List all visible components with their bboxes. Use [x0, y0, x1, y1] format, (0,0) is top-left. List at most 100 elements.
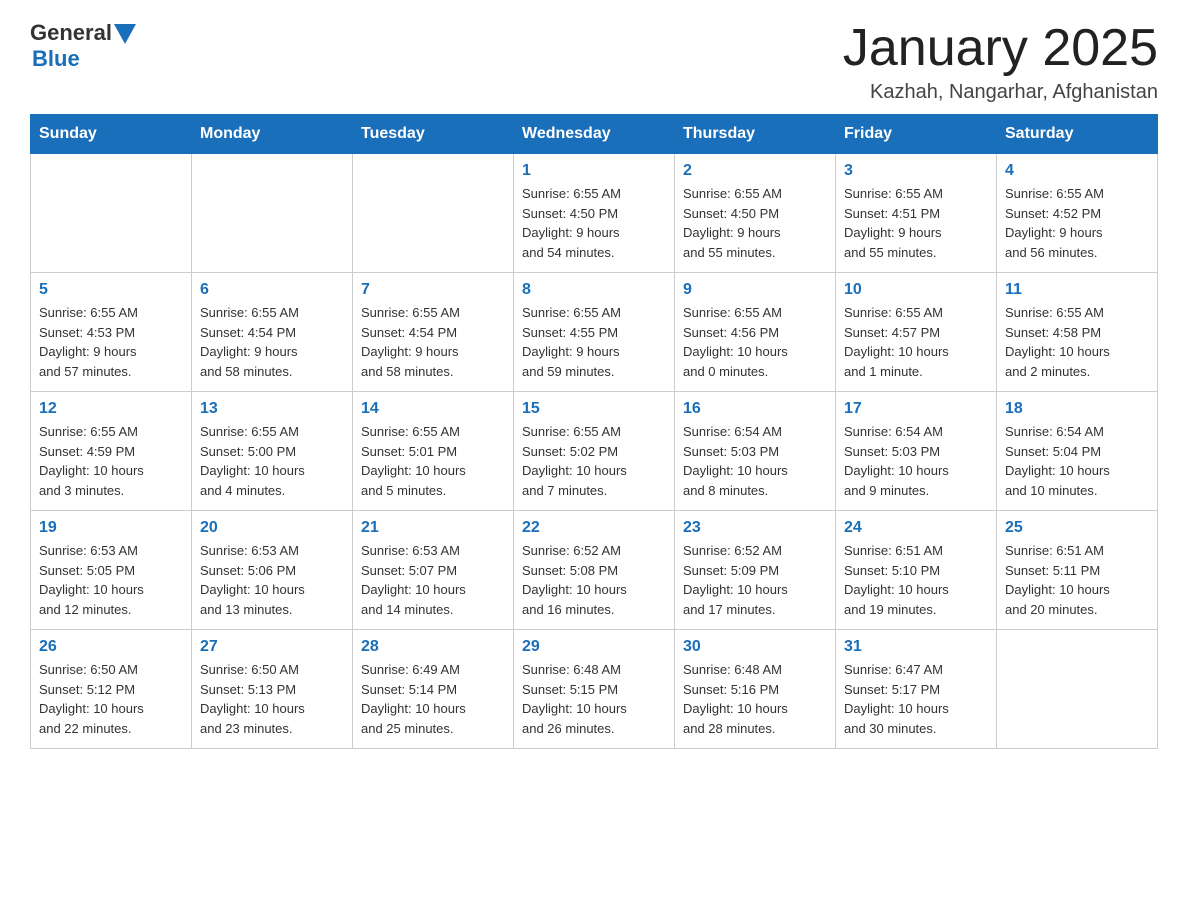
day-number: 10: [844, 281, 988, 299]
day-number: 9: [683, 281, 827, 299]
calendar-cell: 9Sunrise: 6:55 AM Sunset: 4:56 PM Daylig…: [675, 273, 836, 392]
page-title: January 2025: [843, 20, 1158, 77]
calendar-week-row: 26 Sunrise: 6:50 AM Sunset: 5:12 PM Dayli…: [31, 630, 1158, 749]
calendar-cell: 11 Sunrise: 6:55 AM Sunset: 4:58 PM Dayli…: [997, 273, 1158, 392]
logo-blue-text: Blue: [32, 46, 80, 72]
day-number: 6: [200, 281, 344, 299]
day-info: Sunrise: 6:48 AM Sunset: 5:16 PM Dayligh…: [683, 660, 827, 738]
day-info: Sunrise: 6:50 AM Sunset: 5:13 PM Dayligh…: [200, 660, 344, 738]
day-info: Sunrise: 6:52 AM Sunset: 5:09 PM Dayligh…: [683, 541, 827, 619]
calendar-cell: 5 Sunrise: 6:55 AM Sunset: 4:53 PM Daylig…: [31, 273, 192, 392]
day-info: Sunrise: 6:55 AM Sunset: 4:59 PM Dayligh…: [39, 422, 183, 500]
day-number: 8: [522, 281, 666, 299]
calendar-cell: 8 Sunrise: 6:55 AM Sunset: 4:55 PM Daylig…: [514, 273, 675, 392]
calendar-cell: [997, 630, 1158, 749]
day-info: Sunrise: 6:54 AM Sunset: 5:03 PM Dayligh…: [683, 422, 827, 500]
title-block: January 2025 Kazhah, Nangarhar, Afghanis…: [843, 20, 1158, 104]
day-info: Sunrise: 6:55 AM Sunset: 5:02 PM Dayligh…: [522, 422, 666, 500]
calendar-header-row: SundayMondayTuesdayWednesdayThursdayFrid…: [31, 115, 1158, 154]
day-info: Sunrise: 6:48 AM Sunset: 5:15 PM Dayligh…: [522, 660, 666, 738]
calendar-cell: 1 Sunrise: 6:55 AM Sunset: 4:50 PM Daylig…: [514, 154, 675, 273]
calendar-cell: 17 Sunrise: 6:54 AM Sunset: 5:03 PM Dayli…: [836, 392, 997, 511]
calendar-cell: 12 Sunrise: 6:55 AM Sunset: 4:59 PM Dayli…: [31, 392, 192, 511]
day-info: Sunrise: 6:47 AM Sunset: 5:17 PM Dayligh…: [844, 660, 988, 738]
day-info: Sunrise: 6:55 AM Sunset: 4:53 PM Dayligh…: [39, 303, 183, 381]
day-number: 2: [683, 162, 827, 180]
logo: General Blue: [30, 20, 136, 72]
calendar-week-row: 5 Sunrise: 6:55 AM Sunset: 4:53 PM Daylig…: [31, 273, 1158, 392]
calendar-cell: 16 Sunrise: 6:54 AM Sunset: 5:03 PM Dayli…: [675, 392, 836, 511]
calendar-day-header: Tuesday: [353, 115, 514, 154]
calendar-week-row: 1 Sunrise: 6:55 AM Sunset: 4:50 PM Daylig…: [31, 154, 1158, 273]
calendar-day-header: Saturday: [997, 115, 1158, 154]
day-info: Sunrise: 6:55 AM Sunset: 4:52 PM Dayligh…: [1005, 184, 1149, 262]
calendar-cell: 4Sunrise: 6:55 AM Sunset: 4:52 PM Daylig…: [997, 154, 1158, 273]
day-number: 3: [844, 162, 988, 180]
day-number: 30: [683, 638, 827, 656]
calendar-cell: 6 Sunrise: 6:55 AM Sunset: 4:54 PM Daylig…: [192, 273, 353, 392]
calendar-cell: 31Sunrise: 6:47 AM Sunset: 5:17 PM Dayli…: [836, 630, 997, 749]
calendar-cell: 18 Sunrise: 6:54 AM Sunset: 5:04 PM Dayli…: [997, 392, 1158, 511]
day-info: Sunrise: 6:49 AM Sunset: 5:14 PM Dayligh…: [361, 660, 505, 738]
calendar-cell: 13 Sunrise: 6:55 AM Sunset: 5:00 PM Dayli…: [192, 392, 353, 511]
page-subtitle: Kazhah, Nangarhar, Afghanistan: [843, 81, 1158, 104]
day-info: Sunrise: 6:55 AM Sunset: 4:54 PM Dayligh…: [361, 303, 505, 381]
calendar-cell: 23 Sunrise: 6:52 AM Sunset: 5:09 PM Dayli…: [675, 511, 836, 630]
day-info: Sunrise: 6:55 AM Sunset: 4:58 PM Dayligh…: [1005, 303, 1149, 381]
day-number: 20: [200, 519, 344, 537]
day-number: 21: [361, 519, 505, 537]
calendar-cell: 19Sunrise: 6:53 AM Sunset: 5:05 PM Dayli…: [31, 511, 192, 630]
calendar-day-header: Friday: [836, 115, 997, 154]
calendar-cell: [31, 154, 192, 273]
day-info: Sunrise: 6:55 AM Sunset: 4:50 PM Dayligh…: [683, 184, 827, 262]
calendar-cell: 2 Sunrise: 6:55 AM Sunset: 4:50 PM Daylig…: [675, 154, 836, 273]
day-info: Sunrise: 6:55 AM Sunset: 5:00 PM Dayligh…: [200, 422, 344, 500]
day-number: 22: [522, 519, 666, 537]
calendar-cell: 7Sunrise: 6:55 AM Sunset: 4:54 PM Daylig…: [353, 273, 514, 392]
calendar-day-header: Sunday: [31, 115, 192, 154]
logo-general-text: General: [30, 20, 112, 46]
page-header: General Blue January 2025 Kazhah, Nangar…: [30, 20, 1158, 104]
calendar-cell: 27 Sunrise: 6:50 AM Sunset: 5:13 PM Dayli…: [192, 630, 353, 749]
day-number: 23: [683, 519, 827, 537]
day-number: 5: [39, 281, 183, 299]
calendar-cell: 28 Sunrise: 6:49 AM Sunset: 5:14 PM Dayli…: [353, 630, 514, 749]
calendar-cell: 29Sunrise: 6:48 AM Sunset: 5:15 PM Dayli…: [514, 630, 675, 749]
day-number: 16: [683, 400, 827, 418]
day-number: 1: [522, 162, 666, 180]
day-info: Sunrise: 6:55 AM Sunset: 4:55 PM Dayligh…: [522, 303, 666, 381]
day-number: 19: [39, 519, 183, 537]
calendar-cell: 26 Sunrise: 6:50 AM Sunset: 5:12 PM Dayli…: [31, 630, 192, 749]
day-info: Sunrise: 6:52 AM Sunset: 5:08 PM Dayligh…: [522, 541, 666, 619]
day-info: Sunrise: 6:54 AM Sunset: 5:03 PM Dayligh…: [844, 422, 988, 500]
calendar-cell: 20Sunrise: 6:53 AM Sunset: 5:06 PM Dayli…: [192, 511, 353, 630]
logo-triangle-icon: [114, 24, 136, 44]
calendar-cell: 21Sunrise: 6:53 AM Sunset: 5:07 PM Dayli…: [353, 511, 514, 630]
day-info: Sunrise: 6:50 AM Sunset: 5:12 PM Dayligh…: [39, 660, 183, 738]
calendar-cell: 14Sunrise: 6:55 AM Sunset: 5:01 PM Dayli…: [353, 392, 514, 511]
day-number: 13: [200, 400, 344, 418]
day-info: Sunrise: 6:51 AM Sunset: 5:11 PM Dayligh…: [1005, 541, 1149, 619]
calendar-cell: [192, 154, 353, 273]
day-info: Sunrise: 6:51 AM Sunset: 5:10 PM Dayligh…: [844, 541, 988, 619]
day-number: 24: [844, 519, 988, 537]
day-number: 11: [1005, 281, 1149, 299]
day-number: 17: [844, 400, 988, 418]
day-number: 27: [200, 638, 344, 656]
day-info: Sunrise: 6:54 AM Sunset: 5:04 PM Dayligh…: [1005, 422, 1149, 500]
day-number: 28: [361, 638, 505, 656]
day-info: Sunrise: 6:55 AM Sunset: 4:50 PM Dayligh…: [522, 184, 666, 262]
day-number: 26: [39, 638, 183, 656]
calendar-cell: [353, 154, 514, 273]
day-number: 15: [522, 400, 666, 418]
day-info: Sunrise: 6:55 AM Sunset: 4:54 PM Dayligh…: [200, 303, 344, 381]
calendar-week-row: 19Sunrise: 6:53 AM Sunset: 5:05 PM Dayli…: [31, 511, 1158, 630]
day-number: 18: [1005, 400, 1149, 418]
day-number: 25: [1005, 519, 1149, 537]
day-info: Sunrise: 6:55 AM Sunset: 5:01 PM Dayligh…: [361, 422, 505, 500]
day-number: 12: [39, 400, 183, 418]
calendar-table: SundayMondayTuesdayWednesdayThursdayFrid…: [30, 114, 1158, 749]
day-info: Sunrise: 6:55 AM Sunset: 4:51 PM Dayligh…: [844, 184, 988, 262]
calendar-week-row: 12 Sunrise: 6:55 AM Sunset: 4:59 PM Dayli…: [31, 392, 1158, 511]
calendar-cell: 22 Sunrise: 6:52 AM Sunset: 5:08 PM Dayli…: [514, 511, 675, 630]
